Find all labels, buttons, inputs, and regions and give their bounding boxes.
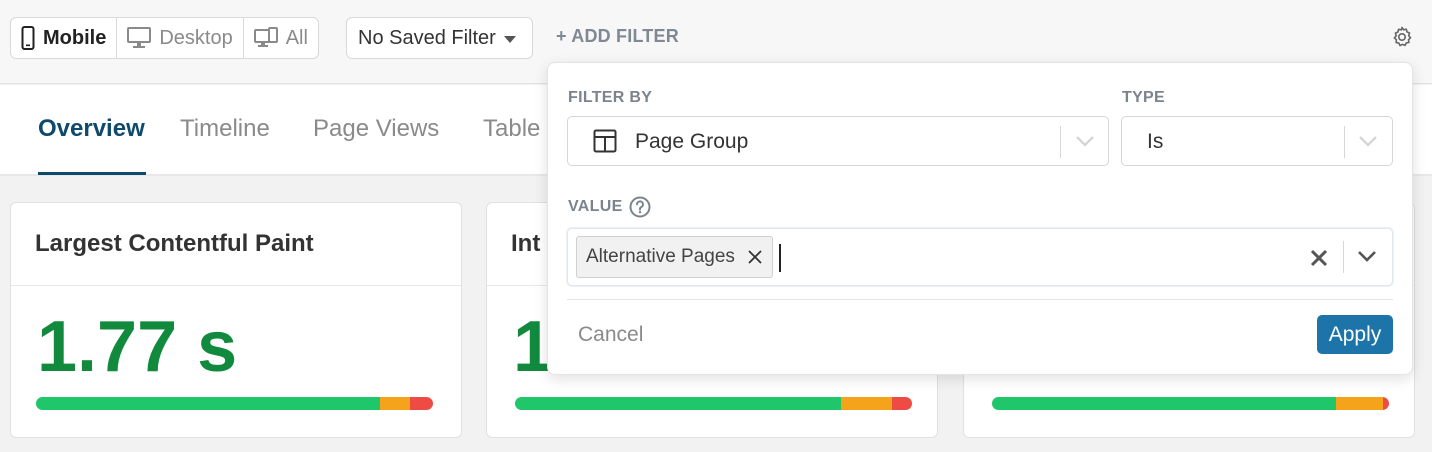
page-layout-icon	[593, 129, 617, 153]
desktop-icon	[127, 27, 152, 48]
device-desktop-label: Desktop	[159, 26, 233, 49]
card-title: Int	[511, 230, 541, 257]
needs-improvement-segment	[380, 397, 411, 410]
select-separator	[1060, 126, 1061, 158]
select-separator	[1344, 126, 1345, 158]
tab-page-views[interactable]: Page Views	[313, 115, 439, 143]
metric-value: 1.77 s	[37, 307, 238, 387]
add-filter-button[interactable]: + ADD FILTER	[556, 26, 679, 47]
device-mobile-button[interactable]: Mobile	[11, 18, 118, 58]
device-selector: Mobile Desktop All	[10, 17, 319, 59]
poor-segment	[1383, 397, 1389, 410]
card-title: Largest Contentful Paint	[35, 230, 314, 257]
tab-overview[interactable]: Overview	[38, 115, 145, 143]
chevron-down-icon	[1359, 136, 1377, 147]
device-desktop-button[interactable]: Desktop	[117, 18, 244, 58]
distribution-bar	[515, 397, 912, 410]
device-mobile-label: Mobile	[43, 26, 107, 49]
tab-table[interactable]: Table	[483, 115, 540, 143]
good-segment	[992, 397, 1336, 410]
text-cursor	[779, 244, 781, 272]
chevron-down-icon	[1076, 136, 1094, 147]
gear-icon[interactable]	[1390, 25, 1414, 49]
remove-chip-icon[interactable]	[747, 249, 763, 265]
type-select[interactable]: Is	[1121, 116, 1393, 166]
distribution-bar	[992, 397, 1389, 410]
type-value: Is	[1147, 130, 1164, 153]
select-separator	[1343, 241, 1344, 273]
needs-improvement-segment	[840, 397, 893, 410]
filter-popover: FILTER BY TYPE Page Group Is VALUE Alter…	[547, 62, 1413, 375]
filter-by-label: FILTER BY	[568, 89, 653, 106]
good-segment	[36, 397, 381, 410]
caret-down-icon	[503, 35, 516, 43]
active-tab-indicator	[38, 172, 146, 175]
saved-filter-label: No Saved Filter	[358, 26, 496, 49]
filter-by-value: Page Group	[635, 130, 749, 153]
poor-segment	[892, 397, 912, 410]
clear-icon[interactable]	[1310, 249, 1328, 267]
value-label-row: VALUE	[568, 196, 651, 218]
metric-card-lcp: Largest Contentful Paint 1.77 s	[10, 202, 462, 438]
all-devices-icon	[253, 27, 278, 47]
chip-label: Alternative Pages	[586, 246, 735, 267]
poor-segment	[410, 397, 433, 410]
needs-improvement-segment	[1335, 397, 1384, 410]
cancel-button[interactable]: Cancel	[578, 323, 643, 347]
card-divider	[11, 285, 461, 286]
distribution-bar	[36, 397, 433, 410]
mobile-icon	[21, 26, 35, 50]
filter-by-select[interactable]: Page Group	[567, 116, 1109, 166]
chevron-down-icon[interactable]	[1357, 249, 1377, 263]
value-label: VALUE	[568, 198, 623, 215]
help-circle-icon[interactable]	[629, 196, 651, 218]
saved-filter-dropdown[interactable]: No Saved Filter	[346, 17, 533, 59]
type-label: TYPE	[1122, 89, 1165, 106]
device-all-button[interactable]: All	[244, 18, 318, 58]
tab-timeline[interactable]: Timeline	[180, 115, 270, 143]
apply-button[interactable]: Apply	[1317, 315, 1393, 354]
device-all-label: All	[285, 26, 308, 49]
value-multiselect[interactable]: Alternative Pages	[567, 228, 1393, 286]
selected-value-chip: Alternative Pages	[576, 236, 773, 278]
popover-divider	[567, 299, 1393, 300]
good-segment	[515, 397, 841, 410]
